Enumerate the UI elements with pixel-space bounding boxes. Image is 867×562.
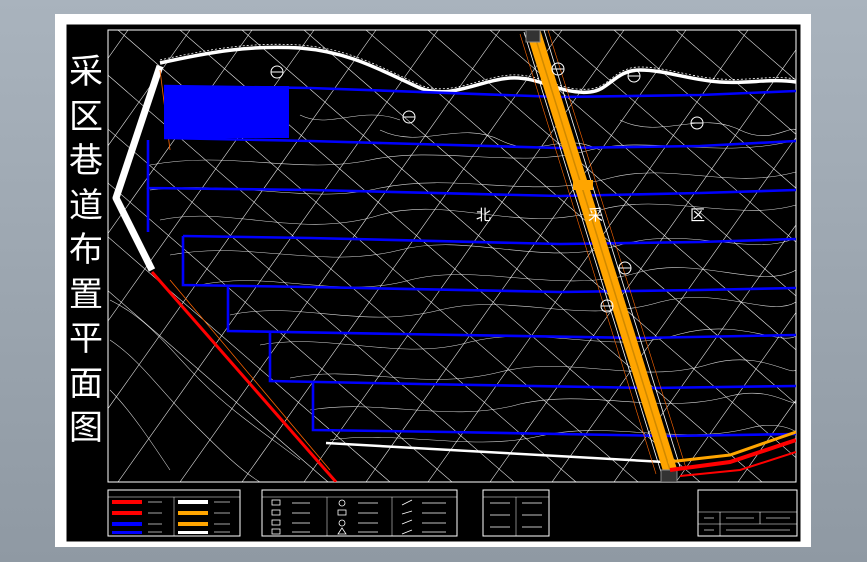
zone-char-2: 采 — [588, 206, 603, 224]
drawing-title-vertical: 采 区 巷 道 布 置 平 面 图 — [66, 50, 106, 451]
title-char-4: 道 — [69, 185, 103, 226]
zone-char-3: 区 — [690, 206, 705, 224]
title-char-3: 巷 — [69, 141, 103, 181]
title-char-8: 面 — [69, 363, 103, 404]
title-char-1: 采 — [69, 52, 103, 92]
grid-line — [862, 30, 867, 482]
title-char-2: 区 — [69, 96, 103, 137]
title-char-7: 平 — [69, 319, 103, 359]
goaf-area — [164, 86, 289, 138]
cad-drawing: 北 采 区 — [65, 23, 867, 543]
title-char-6: 置 — [69, 274, 103, 315]
title-char-9: 图 — [69, 408, 103, 448]
grid-line — [800, 30, 867, 482]
grid-line — [862, 30, 867, 482]
zone-char-1: 北 — [476, 206, 491, 224]
grid-line — [800, 30, 867, 482]
title-char-5: 布 — [69, 230, 103, 270]
